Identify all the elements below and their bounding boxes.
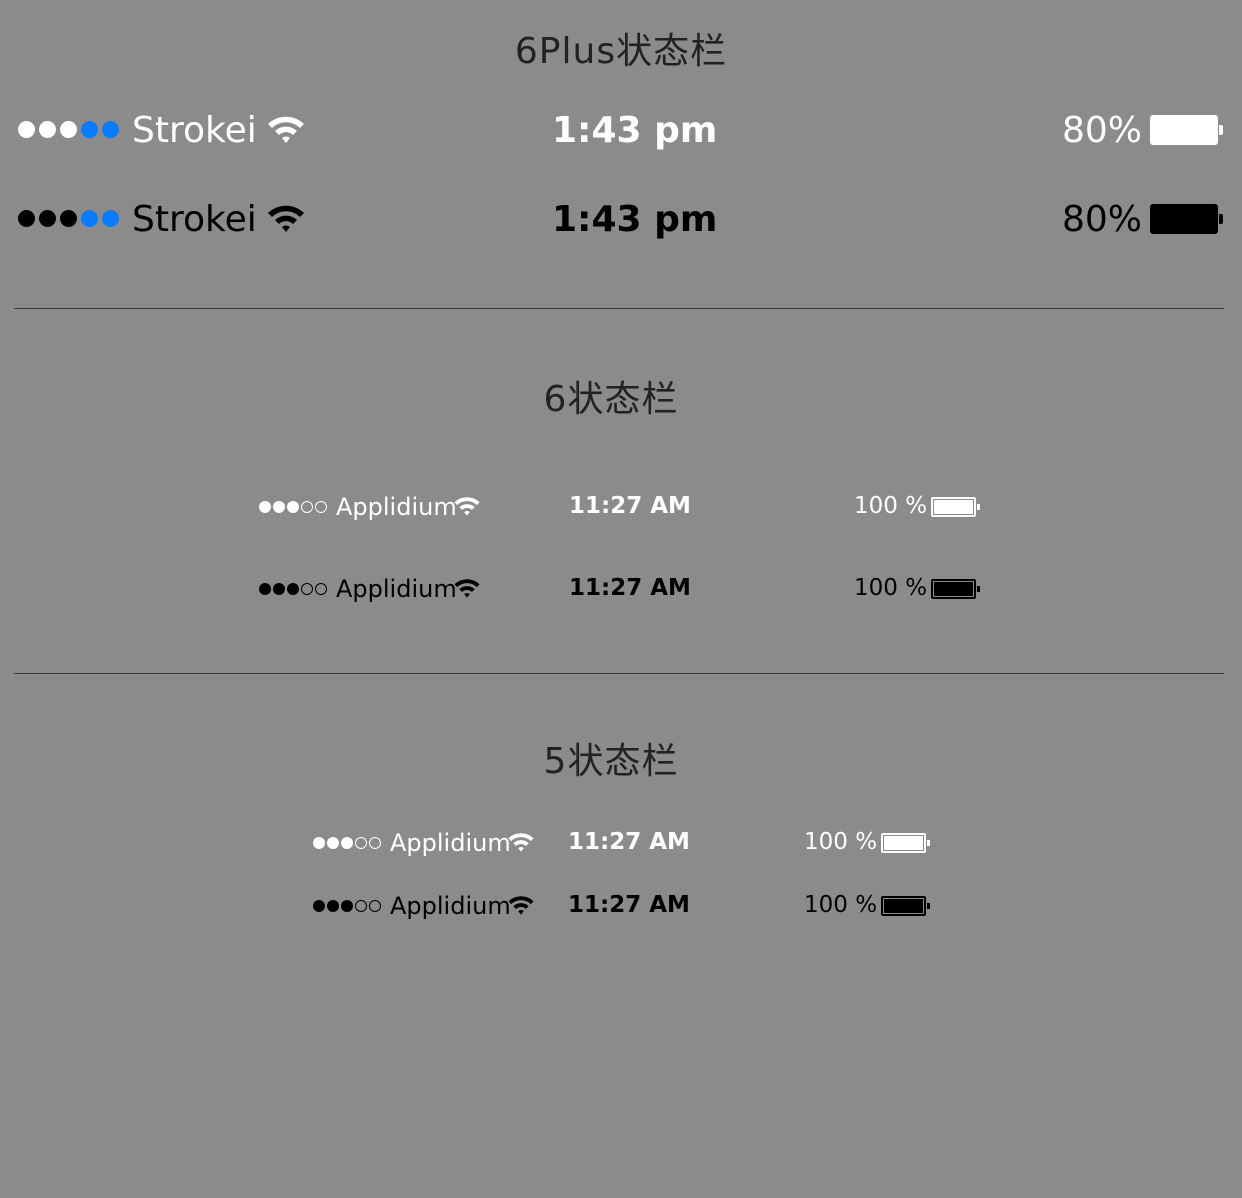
battery-percent: 80%	[1062, 110, 1143, 151]
carrier-name: Strokei	[132, 199, 257, 240]
signal-dot	[81, 209, 98, 227]
battery-icon	[1150, 204, 1223, 234]
clock-time: 11:27 AM	[568, 892, 690, 918]
signal-dot	[18, 120, 35, 138]
signal-dot	[273, 500, 285, 513]
signal-dot	[301, 582, 313, 595]
signal-dot	[287, 500, 299, 513]
signal-dot	[81, 120, 98, 138]
carrier-name: Strokei	[132, 110, 257, 151]
clock-time: 11:27 AM	[568, 829, 690, 855]
signal-dots-icon	[313, 836, 381, 849]
battery-percent: 100 %	[804, 892, 878, 918]
wifi-icon	[454, 579, 480, 598]
signal-dots-icon	[259, 500, 327, 513]
battery-percent: 80%	[1062, 199, 1143, 240]
signal-dot	[341, 836, 353, 849]
wifi-icon	[454, 497, 480, 516]
battery-percent: 100 %	[854, 493, 928, 519]
section-title-6plus: 6Plus状态栏	[514, 31, 728, 72]
signal-dot	[355, 899, 367, 912]
wifi-icon	[508, 833, 534, 852]
signal-dot	[39, 209, 56, 227]
signal-dot	[273, 582, 285, 595]
signal-dot	[259, 500, 271, 513]
signal-dot	[369, 899, 381, 912]
clock-time: 1:43 pm	[552, 199, 718, 240]
signal-dots-icon	[313, 899, 381, 912]
signal-dot	[315, 500, 327, 513]
carrier-name: Applidium	[390, 892, 511, 920]
section-divider	[14, 673, 1224, 674]
battery-icon	[1150, 115, 1223, 145]
battery-icon	[881, 896, 930, 916]
section-title-5: 5状态栏	[543, 741, 679, 782]
signal-dots-icon	[259, 582, 327, 595]
wifi-icon	[268, 116, 304, 143]
signal-dot	[313, 836, 325, 849]
signal-dot	[287, 582, 299, 595]
signal-dot	[369, 836, 381, 849]
battery-icon	[931, 497, 980, 517]
section-divider	[14, 308, 1224, 309]
battery-percent: 100 %	[854, 575, 928, 601]
wifi-icon	[268, 205, 304, 232]
signal-dot	[102, 120, 119, 138]
signal-dot	[18, 209, 35, 227]
carrier-name: Applidium	[336, 575, 457, 603]
clock-time: 1:43 pm	[552, 110, 718, 151]
signal-dot	[259, 582, 271, 595]
signal-dot	[102, 209, 119, 227]
section-title-6: 6状态栏	[543, 379, 679, 420]
signal-dot	[327, 899, 339, 912]
signal-dot	[355, 836, 367, 849]
battery-icon	[881, 833, 930, 853]
carrier-name: Applidium	[336, 493, 457, 521]
wifi-icon	[508, 896, 534, 915]
battery-percent: 100 %	[804, 829, 878, 855]
signal-dot	[39, 120, 56, 138]
clock-time: 11:27 AM	[569, 493, 691, 519]
signal-dot	[60, 120, 77, 138]
carrier-name: Applidium	[390, 829, 511, 857]
signal-dot	[313, 899, 325, 912]
signal-dot	[341, 899, 353, 912]
signal-dot	[315, 582, 327, 595]
battery-icon	[931, 579, 980, 599]
signal-dots-icon	[18, 120, 119, 138]
clock-time: 11:27 AM	[569, 575, 691, 601]
signal-dot	[327, 836, 339, 849]
signal-dot	[301, 500, 313, 513]
signal-dots-icon	[18, 209, 119, 227]
signal-dot	[60, 209, 77, 227]
